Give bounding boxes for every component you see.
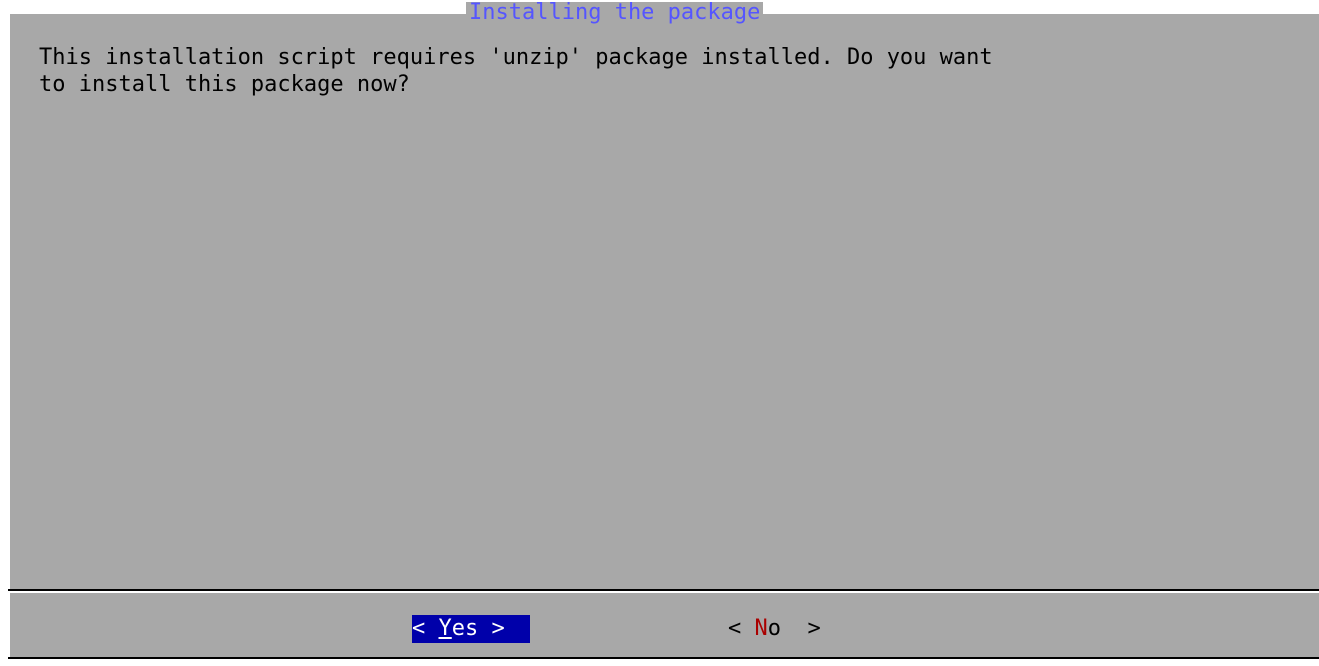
no-button-hotkey: N	[754, 616, 768, 641]
yes-button-label: es	[451, 616, 479, 641]
dialog-separator-highlight	[8, 591, 1319, 593]
yes-button-hotkey: Y	[438, 616, 452, 641]
no-button-close-bracket: >	[794, 616, 821, 641]
no-button-open-bracket: <	[728, 616, 755, 641]
dialog-title: Installing the package	[466, 2, 764, 24]
no-button-label: o	[767, 616, 795, 641]
yes-button-close-bracket: >	[478, 616, 505, 641]
dialog-message: This installation script requires 'unzip…	[39, 45, 993, 97]
dialog-border-bottom	[8, 657, 1319, 659]
no-button[interactable]: < No >	[728, 615, 856, 643]
yes-button-open-bracket: <	[412, 616, 439, 641]
yes-button[interactable]: < Yes >	[412, 615, 530, 643]
install-dialog: Installing the package This installation…	[8, 2, 1319, 659]
dialog-border-left	[8, 12, 10, 659]
